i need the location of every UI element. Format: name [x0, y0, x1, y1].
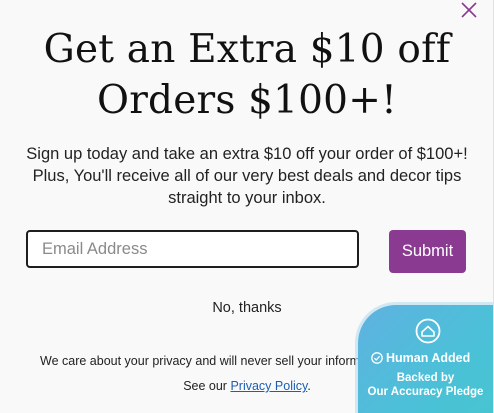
badge-title-text: Human Added	[386, 351, 471, 365]
house-shield-icon	[415, 318, 441, 344]
policy-prefix: See our	[183, 379, 231, 393]
badge-subtitle-line-1: Backed by	[396, 372, 455, 384]
popup-headline: Get an Extra $10 off Orders $100+!	[0, 24, 493, 126]
privacy-policy-link[interactable]: Privacy Policy	[230, 379, 307, 393]
close-button[interactable]	[459, 0, 479, 20]
headline-line-1: Get an Extra $10 off	[43, 27, 451, 72]
badge-subtitle: Backed by Our Accuracy Pledge	[358, 371, 493, 399]
accuracy-pledge-badge[interactable]: Human Added Backed by Our Accuracy Pledg…	[358, 305, 493, 413]
email-field[interactable]	[26, 230, 359, 268]
headline-line-2: Orders $100+!	[97, 78, 397, 123]
submit-button[interactable]: Submit	[389, 230, 466, 273]
signup-popup: Get an Extra $10 off Orders $100+! Sign …	[0, 0, 494, 413]
close-x-icon	[461, 2, 477, 18]
popup-description: Sign up today and take an extra $10 off …	[26, 145, 468, 207]
badge-subtitle-line-2: Our Accuracy Pledge	[367, 386, 484, 398]
policy-suffix: .	[307, 379, 311, 393]
check-circle-icon	[371, 352, 383, 364]
badge-title: Human Added	[371, 351, 470, 365]
